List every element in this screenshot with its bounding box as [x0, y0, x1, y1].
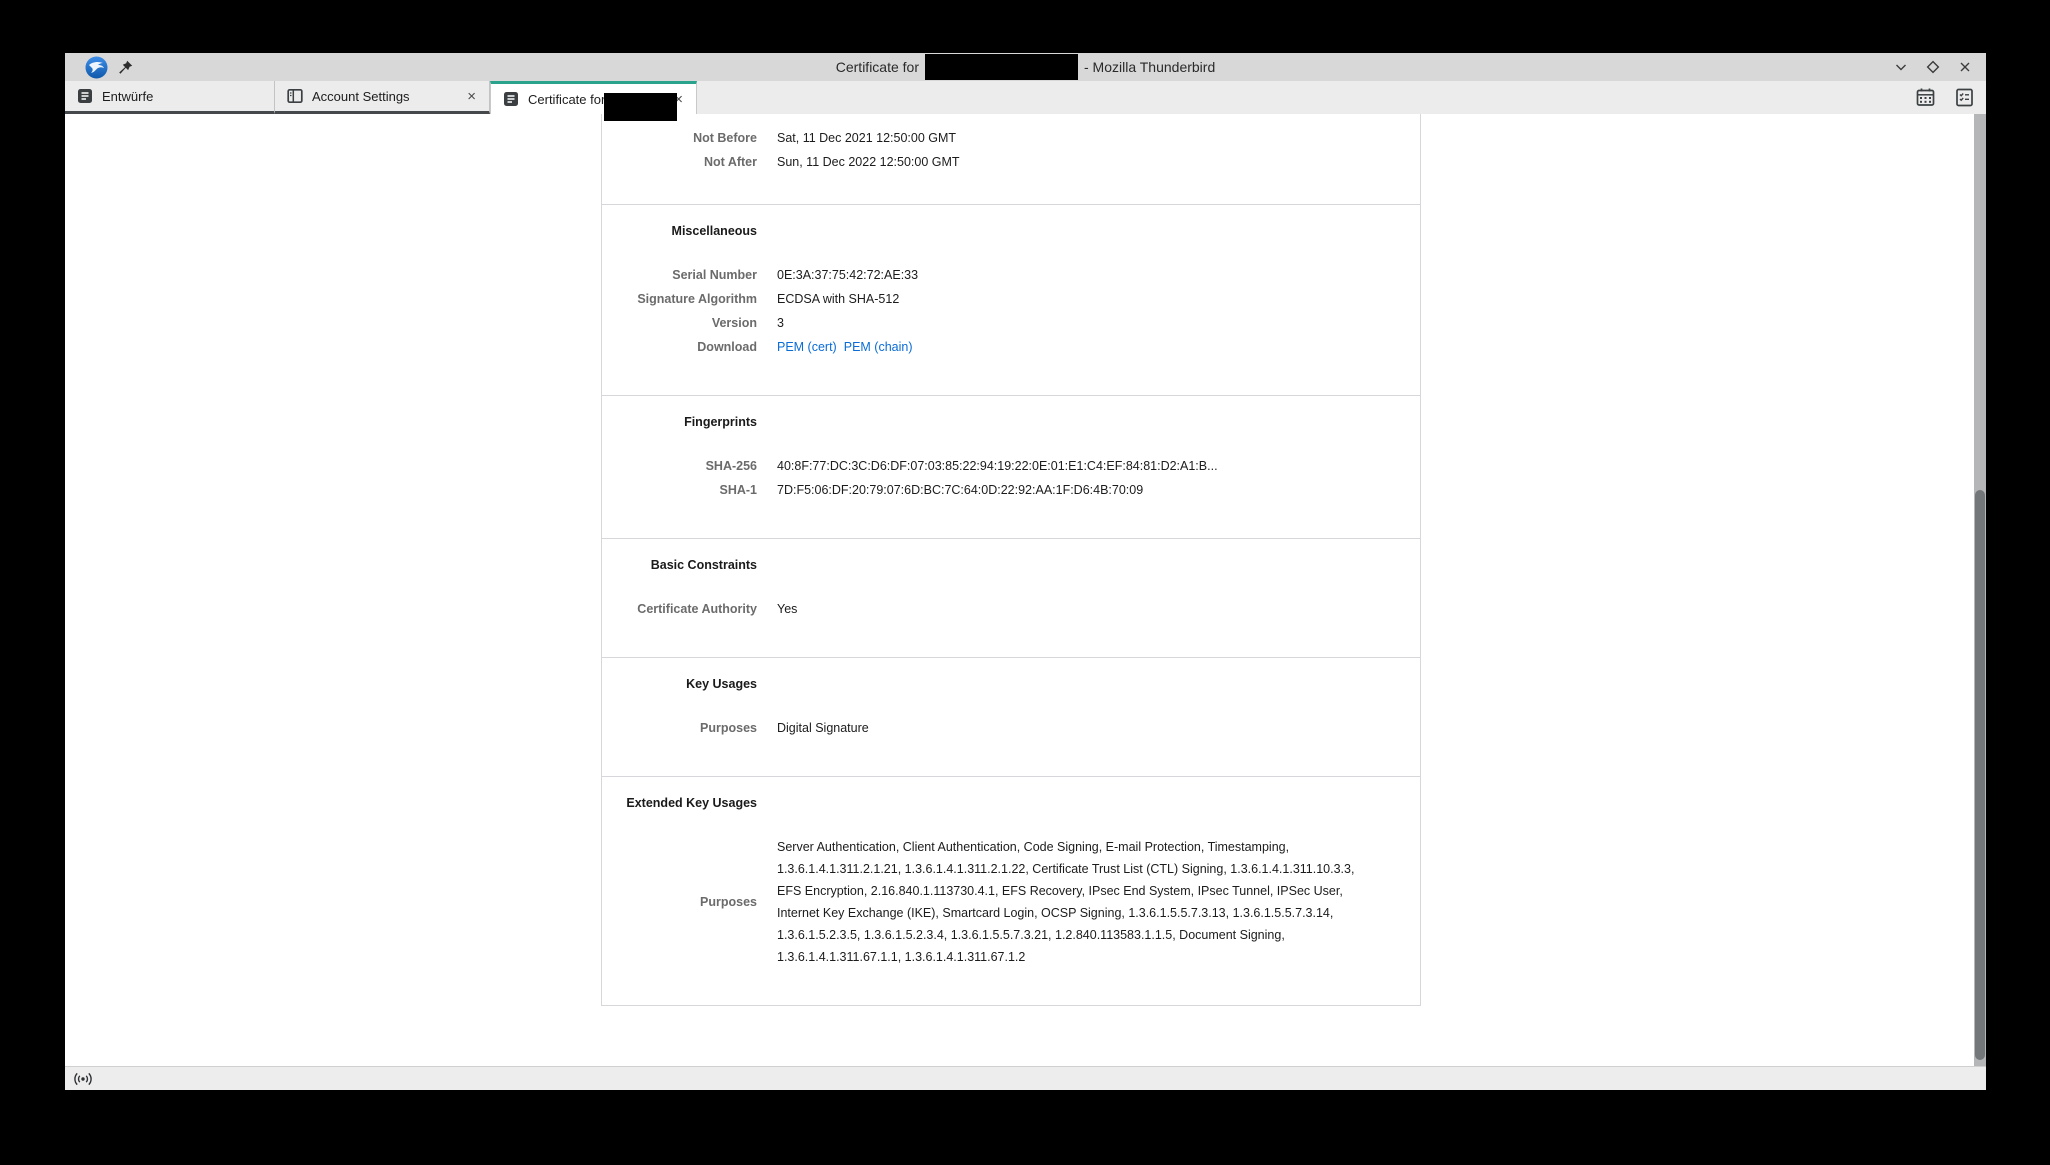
thunderbird-window: Certificate for - Mozilla Thunderbird En…: [65, 53, 1986, 1090]
cert-row-value: PEM (cert) PEM (chain): [777, 335, 1372, 359]
status-bar: [65, 1066, 1986, 1090]
cert-row: Signature Algorithm ECDSA with SHA-512: [602, 287, 1420, 311]
section-basic-constraints: Basic Constraints Certificate Authority Ye…: [602, 539, 1420, 658]
tab-label: Account Settings: [312, 89, 410, 104]
tab-label: Certificate for: [528, 92, 605, 107]
cert-row-label: Version: [602, 311, 757, 335]
titlebar-left-icons: [85, 53, 133, 81]
cert-row: Purposes Server Authentication, Client Au…: [602, 835, 1420, 969]
redaction-box: [925, 54, 1078, 80]
section-header: Fingerprints: [602, 414, 757, 430]
minimize-icon[interactable]: [1892, 58, 1910, 76]
cert-row-label: Not After: [602, 150, 757, 174]
section-header: Basic Constraints: [602, 557, 757, 573]
account-settings-icon: [287, 88, 303, 104]
pin-icon[interactable]: [118, 60, 133, 75]
cert-row-label: SHA-256: [602, 454, 757, 478]
section-key-usages: Key Usages Purposes Digital Signature: [602, 658, 1420, 777]
section-header: Key Usages: [602, 676, 757, 692]
tab-toolbar: [1913, 85, 1976, 109]
maximize-icon[interactable]: [1924, 58, 1942, 76]
cert-row-label: Signature Algorithm: [602, 287, 757, 311]
cert-row-value: Server Authentication, Client Authentica…: [777, 835, 1372, 969]
window-controls: [1892, 53, 1974, 81]
cert-row: Not Before Sat, 11 Dec 2021 12:50:00 GMT: [602, 126, 1420, 150]
tab-label: Entwürfe: [102, 89, 153, 104]
calendar-icon[interactable]: [1913, 85, 1937, 109]
cert-row-label: Purposes: [602, 890, 757, 914]
redaction-box: [604, 93, 677, 121]
cert-row-value: Sat, 11 Dec 2021 12:50:00 GMT: [777, 126, 1372, 150]
section-extended-key-usages: Extended Key Usages Purposes Server Authen…: [602, 777, 1420, 1006]
message-icon: [77, 88, 93, 104]
cert-row: Certificate Authority Yes: [602, 597, 1420, 621]
cert-row-label: Not Before: [602, 126, 757, 150]
cert-row-value: ECDSA with SHA-512: [777, 287, 1372, 311]
download-link[interactable]: PEM (cert): [777, 340, 837, 354]
cert-row-label: Certificate Authority: [602, 597, 757, 621]
certificate-page: Not BeforeSat, 11 Dec 2021 12:50:00 GMTN…: [65, 114, 1986, 1066]
thunderbird-logo: [85, 56, 108, 79]
cert-row-label: Purposes: [602, 716, 757, 740]
download-link[interactable]: PEM (chain): [844, 340, 913, 354]
section-fingerprints: Fingerprints SHA-256 40:8F:77:DC:3C:D6:DF:…: [602, 396, 1420, 539]
tab-account-settings[interactable]: Account Settings ×: [275, 81, 490, 114]
cert-row: SHA-256 40:8F:77:DC:3C:D6:DF:07:03:85:22:…: [602, 454, 1420, 478]
cert-row-value: 0E:3A:37:75:42:72:AE:33: [777, 263, 1372, 287]
cert-row: Download PEM (cert) PEM (chain): [602, 335, 1420, 359]
cert-row-label: Serial Number: [602, 263, 757, 287]
tab-close-icon[interactable]: ×: [466, 89, 477, 104]
tab-bar: Entwürfe Account Settings × Certificate for…: [65, 81, 1986, 114]
cert-row: Serial Number 0E:3A:37:75:42:72:AE:33: [602, 263, 1420, 287]
cert-row: Purposes Digital Signature: [602, 716, 1420, 740]
titlebar: Certificate for - Mozilla Thunderbird: [65, 53, 1986, 81]
window-title-suffix: - Mozilla Thunderbird: [1084, 59, 1215, 75]
window-title: Certificate for - Mozilla Thunderbird: [836, 54, 1216, 80]
tasks-icon[interactable]: [1952, 85, 1976, 109]
cert-row: SHA-1 7D:F5:06:DF:20:79:07:6D:BC:7C:64:0D…: [602, 478, 1420, 502]
cert-row-label: Download: [602, 335, 757, 359]
scrollbar-thumb[interactable]: [1975, 490, 1985, 1060]
window-title-prefix: Certificate for: [836, 59, 919, 75]
cert-row: Version 3: [602, 311, 1420, 335]
certificate-card: Not BeforeSat, 11 Dec 2021 12:50:00 GMTN…: [601, 114, 1421, 1006]
message-icon: [503, 91, 519, 107]
cert-row: Not After Sun, 11 Dec 2022 12:50:00 GMT: [602, 150, 1420, 174]
tab-entw-rfe[interactable]: Entwürfe: [65, 81, 275, 114]
cert-row-value: 7D:F5:06:DF:20:79:07:6D:BC:7C:64:0D:22:9…: [777, 478, 1372, 502]
tab-certificate-for[interactable]: Certificate for×: [490, 81, 697, 114]
broadcast-icon: [74, 1072, 92, 1086]
scrollbar-track[interactable]: [1974, 114, 1986, 1066]
cert-row-label: SHA-1: [602, 478, 757, 502]
cert-row-value: 40:8F:77:DC:3C:D6:DF:07:03:85:22:94:19:2…: [777, 454, 1372, 478]
cert-row-value: Sun, 11 Dec 2022 12:50:00 GMT: [777, 150, 1372, 174]
cert-row-value: Digital Signature: [777, 716, 1372, 740]
cert-row-value: Yes: [777, 597, 1372, 621]
section-header: Extended Key Usages: [602, 795, 757, 811]
cert-row-value: 3: [777, 311, 1372, 335]
section-header: Miscellaneous: [602, 223, 757, 239]
close-icon[interactable]: [1956, 58, 1974, 76]
section-miscellaneous: Miscellaneous Serial Number 0E:3A:37:75:42…: [602, 205, 1420, 396]
section-validity: Not BeforeSat, 11 Dec 2021 12:50:00 GMTN…: [602, 114, 1420, 205]
